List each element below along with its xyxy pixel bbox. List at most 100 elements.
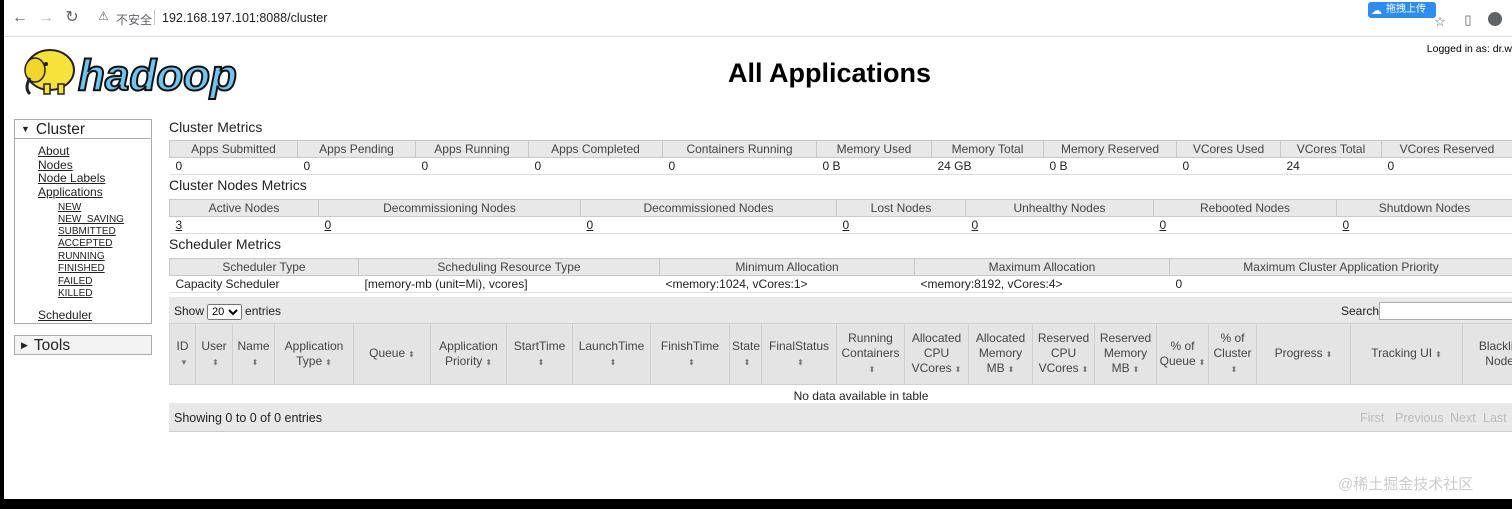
forward-icon[interactable]: → bbox=[36, 8, 56, 28]
node-count-cell: 0 bbox=[836, 216, 966, 234]
column-header: VCores Used bbox=[1176, 140, 1281, 158]
header-label: Reserved Memory MB bbox=[1099, 331, 1152, 375]
warning-icon[interactable]: ⚠ bbox=[98, 9, 109, 23]
profile-avatar[interactable] bbox=[1488, 12, 1502, 26]
nodes-metrics-value-row: 3 0 0 0 0 0 0 bbox=[169, 216, 1512, 234]
column-header-state[interactable]: State ⬍ bbox=[729, 323, 762, 385]
column-header-allocated-memory[interactable]: Allocated Memory MB ⬍ bbox=[968, 323, 1033, 385]
column-header-finish-time[interactable]: FinishTime ⬍ bbox=[650, 323, 730, 385]
page-length-select[interactable]: 20 bbox=[207, 304, 243, 320]
shutdown-nodes-link[interactable]: 0 bbox=[1343, 218, 1350, 232]
column-header-reserved-memory[interactable]: Reserved Memory MB ⬍ bbox=[1094, 323, 1157, 385]
scheduler-metrics-value-row: Capacity Scheduler [memory-mb (unit=Mi),… bbox=[169, 275, 1512, 293]
back-icon[interactable]: ← bbox=[10, 8, 30, 28]
entries-label: entries bbox=[245, 304, 282, 318]
sort-icon: ⬍ bbox=[1007, 365, 1015, 374]
nav-state-new-saving[interactable]: NEW_SAVING bbox=[58, 214, 124, 225]
column-header-running-containers[interactable]: Running Containers ⬍ bbox=[836, 323, 905, 385]
pager-next[interactable]: Next bbox=[1450, 411, 1476, 425]
header-label: FinishTime bbox=[660, 338, 720, 353]
nav-state-submitted[interactable]: SUBMITTED bbox=[58, 226, 116, 237]
column-header-progress[interactable]: Progress ⬍ bbox=[1256, 323, 1351, 385]
page-title: All Applications bbox=[728, 58, 932, 88]
column-header: Memory Total bbox=[931, 140, 1044, 158]
max-priority-value: 0 bbox=[1169, 275, 1512, 293]
sort-icon: ⬍ bbox=[1325, 350, 1333, 359]
hadoop-logo[interactable]: hadoop bbox=[16, 40, 256, 102]
column-header-name[interactable]: Name ⬍ bbox=[232, 323, 275, 385]
column-header-tracking-ui[interactable]: Tracking UI ⬍ bbox=[1350, 323, 1463, 385]
scheduler-metrics-table: Scheduler Type Scheduling Resource Type … bbox=[169, 258, 1512, 293]
nav-state-new[interactable]: NEW bbox=[58, 202, 81, 213]
active-nodes-link[interactable]: 3 bbox=[176, 218, 183, 232]
url-text[interactable]: 192.168.197.101:8088/cluster bbox=[162, 11, 327, 25]
upload-extension-badge[interactable]: ☁ 拖拽上传 bbox=[1368, 2, 1436, 18]
page-length-control: Show 20 entries bbox=[174, 304, 281, 320]
column-header-launch-time[interactable]: LaunchTime ⬍ bbox=[572, 323, 651, 385]
node-count-cell: 3 bbox=[169, 216, 319, 234]
cluster-metrics-title: Cluster Metrics bbox=[169, 119, 263, 135]
column-header-app-priority[interactable]: Application Priority ⬍ bbox=[430, 323, 507, 385]
column-header: Scheduling Resource Type bbox=[358, 258, 660, 276]
column-header: Active Nodes bbox=[169, 199, 319, 217]
column-header-start-time[interactable]: StartTime ⬍ bbox=[506, 323, 573, 385]
sort-icon: ⬍ bbox=[868, 365, 876, 374]
pager-first[interactable]: First bbox=[1360, 411, 1384, 425]
nav-state-running[interactable]: RUNNING bbox=[58, 251, 105, 262]
decommissioning-nodes-link[interactable]: 0 bbox=[325, 218, 332, 232]
insecure-label[interactable]: 不安全 bbox=[116, 11, 152, 28]
tools-section-header[interactable]: ▶ Tools bbox=[14, 335, 152, 355]
reload-icon[interactable]: ↻ bbox=[62, 8, 82, 28]
cluster-metrics-header-row: Apps Submitted Apps Pending Apps Running… bbox=[169, 140, 1512, 158]
column-header-app-type[interactable]: Application Type ⬍ bbox=[274, 323, 354, 385]
nav-link-applications[interactable]: Applications bbox=[38, 185, 103, 199]
rebooted-nodes-link[interactable]: 0 bbox=[1160, 218, 1167, 232]
side-panel-icon[interactable]: ▯ bbox=[1460, 12, 1476, 28]
metric-value: 0 bbox=[415, 157, 529, 175]
column-header-pct-queue[interactable]: % of Queue ⬍ bbox=[1156, 323, 1209, 385]
cluster-section-header[interactable]: ▼ Cluster bbox=[14, 119, 152, 139]
sort-icon: ⬍ bbox=[609, 357, 617, 367]
nav-link-node-labels[interactable]: Node Labels bbox=[38, 171, 105, 185]
pager-last[interactable]: Last bbox=[1483, 411, 1507, 425]
min-allocation-value: <memory:1024, vCores:1> bbox=[659, 275, 915, 293]
nav-state-killed[interactable]: KILLED bbox=[58, 288, 92, 299]
header-label: Blacklisted Nodes bbox=[1478, 338, 1512, 368]
column-header-reserved-cpu[interactable]: Reserved CPU VCores ⬍ bbox=[1032, 323, 1095, 385]
column-header-id[interactable]: ID ▼ bbox=[169, 323, 196, 385]
header-label: Allocated Memory MB bbox=[975, 331, 1026, 375]
pager-previous[interactable]: Previous bbox=[1395, 411, 1444, 425]
metric-value: 0 bbox=[1381, 157, 1512, 175]
address-bar[interactable]: ⚠ 不安全 192.168.197.101:8088/cluster bbox=[90, 5, 1360, 31]
column-header-queue[interactable]: Queue ⬍ bbox=[353, 323, 431, 385]
column-header-final-status[interactable]: FinalStatus ⬍ bbox=[761, 323, 837, 385]
metric-value: 24 bbox=[1280, 157, 1382, 175]
column-header-allocated-cpu[interactable]: Allocated CPU VCores ⬍ bbox=[904, 323, 969, 385]
sort-icon: ⬍ bbox=[251, 357, 259, 367]
applications-table: ID ▼ User ⬍ Name ⬍ Application Type ⬍ Queue ⬍… bbox=[169, 323, 1512, 408]
search-label: Search: bbox=[1341, 304, 1383, 318]
header-label: StartTime bbox=[513, 338, 566, 353]
bookmark-star-icon[interactable]: ☆ bbox=[1432, 14, 1448, 30]
lost-nodes-link[interactable]: 0 bbox=[843, 218, 850, 232]
column-header-user[interactable]: User ⬍ bbox=[195, 323, 233, 385]
nav-state-finished[interactable]: FINISHED bbox=[58, 263, 105, 274]
max-allocation-value: <memory:8192, vCores:4> bbox=[914, 275, 1170, 293]
nav-state-failed[interactable]: FAILED bbox=[58, 276, 92, 287]
nav-link-about[interactable]: About bbox=[38, 144, 69, 158]
search-input[interactable] bbox=[1379, 302, 1512, 320]
column-header-blacklisted-nodes[interactable]: Blacklisted Nodes⬍ bbox=[1462, 323, 1512, 385]
cluster-metrics-value-row: 0 0 0 0 0 0 B 24 GB 0 B 0 24 0 bbox=[169, 157, 1512, 175]
browser-toolbar: ← → ↻ ⚠ 不安全 192.168.197.101:8088/cluster… bbox=[4, 0, 1512, 37]
column-header: Unhealthy Nodes bbox=[965, 199, 1154, 217]
unhealthy-nodes-link[interactable]: 0 bbox=[972, 218, 979, 232]
metric-value: 0 bbox=[662, 157, 817, 175]
scheduler-metrics-header-row: Scheduler Type Scheduling Resource Type … bbox=[169, 258, 1512, 276]
header-label: % of Cluster bbox=[1213, 331, 1252, 360]
nav-state-accepted[interactable]: ACCEPTED bbox=[58, 238, 112, 249]
nav-link-nodes[interactable]: Nodes bbox=[38, 158, 73, 172]
decommissioned-nodes-link[interactable]: 0 bbox=[587, 218, 594, 232]
column-header-pct-cluster[interactable]: % of Cluster ⬍ bbox=[1208, 323, 1257, 385]
column-header: Maximum Allocation bbox=[914, 258, 1170, 276]
nav-link-scheduler[interactable]: Scheduler bbox=[38, 308, 92, 322]
